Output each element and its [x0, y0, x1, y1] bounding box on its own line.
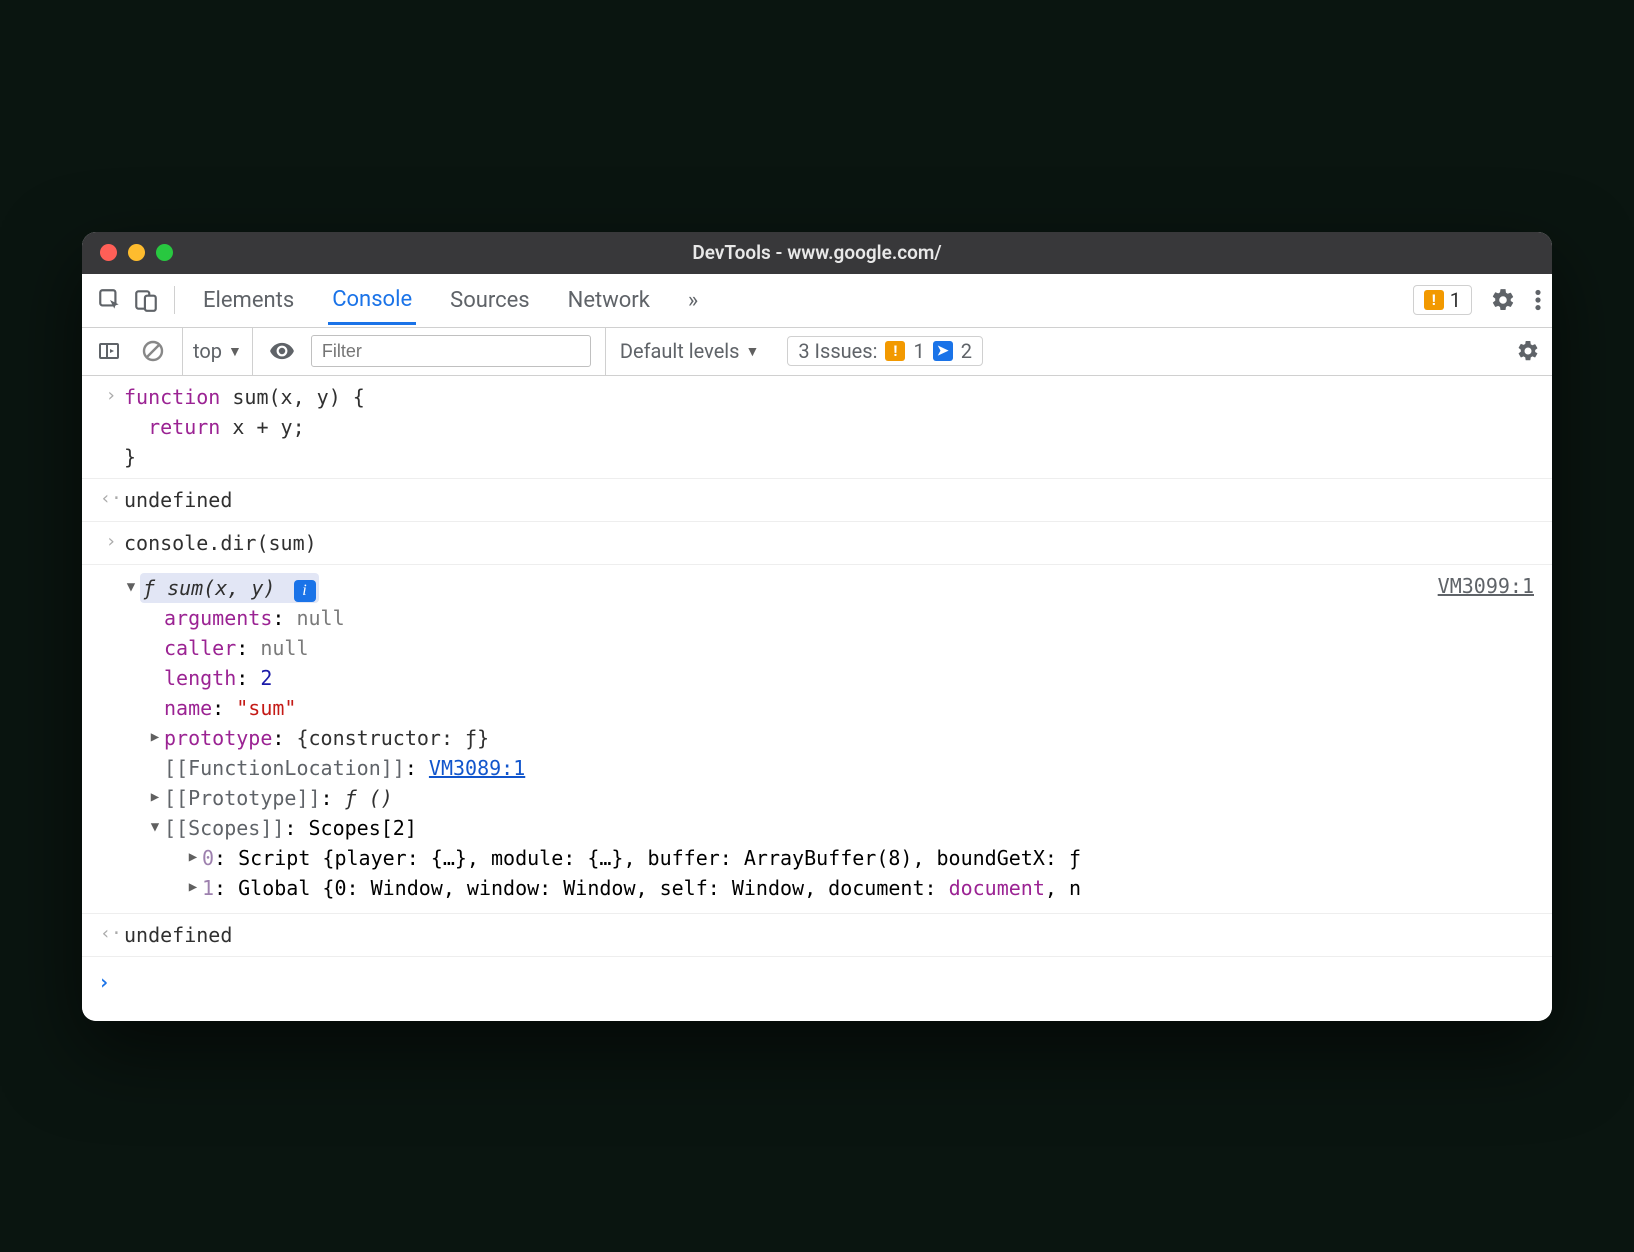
device-toolbar-icon[interactable]	[128, 282, 164, 318]
vm-location-link[interactable]: VM3089:1	[429, 756, 525, 780]
issues-button[interactable]: 3 Issues: ! 1 ➤ 2	[787, 336, 983, 366]
dropdown-icon: ▼	[228, 343, 242, 360]
console-code: function sum(x, y) { return x + y; }	[124, 382, 1536, 472]
info-badge-icon[interactable]: i	[294, 580, 316, 602]
tab-console[interactable]: Console	[328, 275, 416, 325]
dropdown-icon: ▼	[746, 343, 760, 360]
live-expression-icon[interactable]	[267, 336, 297, 366]
prompt-chevron-icon: ›	[98, 967, 124, 997]
more-options-icon[interactable]	[1534, 287, 1542, 313]
warning-icon: !	[1424, 290, 1444, 310]
issues-info-count: 2	[961, 339, 972, 363]
source-link[interactable]: VM3099:1	[1438, 571, 1534, 601]
result-text: undefined	[124, 485, 1536, 515]
prop-caller[interactable]: caller: null	[124, 633, 1536, 663]
console-result-row: ‹· undefined	[82, 914, 1552, 957]
context-selector[interactable]: top ▼	[182, 328, 253, 375]
tab-elements[interactable]: Elements	[199, 276, 298, 325]
function-glyph: ƒ	[143, 576, 155, 600]
expand-arrow-icon[interactable]	[148, 817, 162, 838]
separator	[174, 286, 175, 314]
function-signature: sum(x, y)	[155, 576, 275, 600]
input-chevron-icon: ›	[98, 382, 124, 409]
console-toolbar: top ▼ Default levels ▼ 3 Issues: ! 1 ➤ 2	[82, 328, 1552, 376]
input-chevron-icon: ›	[98, 528, 124, 555]
console-input-row[interactable]: › function sum(x, y) { return x + y; }	[82, 376, 1552, 479]
context-label: top	[193, 339, 222, 363]
dir-output-block: VM3099:1 ƒ sum(x, y) i arguments: null c…	[82, 565, 1552, 914]
close-window-button[interactable]	[100, 244, 117, 261]
inspect-element-icon[interactable]	[92, 282, 128, 318]
issues-label: 3 Issues:	[798, 339, 877, 363]
console-settings-icon[interactable]	[1516, 339, 1540, 363]
expand-arrow-icon[interactable]	[186, 877, 200, 898]
levels-label: Default levels	[620, 339, 740, 363]
issues-warn-count: 1	[913, 339, 924, 363]
log-levels-selector[interactable]: Default levels ▼	[605, 328, 774, 375]
expand-arrow-icon[interactable]	[186, 847, 200, 868]
toggle-sidebar-icon[interactable]	[94, 336, 124, 366]
prop-name[interactable]: name: "sum"	[124, 693, 1536, 723]
prop-function-location[interactable]: [[FunctionLocation]]: VM3089:1	[124, 753, 1536, 783]
dir-header-row[interactable]: ƒ sum(x, y) i	[124, 573, 1536, 603]
tab-network[interactable]: Network	[564, 276, 654, 325]
console-result-row: ‹· undefined	[82, 479, 1552, 522]
console-output: › function sum(x, y) { return x + y; } ‹…	[82, 376, 1552, 1021]
devtools-window: DevTools - www.google.com/ Elements Cons…	[82, 232, 1552, 1021]
prop-length[interactable]: length: 2	[124, 663, 1536, 693]
main-tabbar: Elements Console Sources Network » ! 1	[82, 274, 1552, 328]
minimize-window-button[interactable]	[128, 244, 145, 261]
titlebar: DevTools - www.google.com/	[82, 232, 1552, 274]
tab-sources[interactable]: Sources	[446, 276, 534, 325]
tabs-overflow-icon[interactable]: »	[684, 276, 702, 325]
expand-arrow-icon[interactable]	[124, 577, 138, 598]
scope-0-row[interactable]: 0: Script {player: {…}, module: {…}, buf…	[124, 843, 1536, 873]
expand-arrow-icon[interactable]	[148, 787, 162, 808]
result-text: undefined	[124, 920, 1536, 950]
scope-1-row[interactable]: 1: Global {0: Window, window: Window, se…	[124, 873, 1536, 903]
settings-icon[interactable]	[1490, 287, 1516, 313]
prop-arguments[interactable]: arguments: null	[124, 603, 1536, 633]
warning-count: 1	[1450, 288, 1461, 312]
info-icon: ➤	[933, 341, 953, 361]
window-title: DevTools - www.google.com/	[82, 241, 1552, 264]
warning-icon: !	[885, 341, 905, 361]
output-chevron-icon: ‹·	[98, 920, 124, 947]
traffic-lights	[100, 244, 173, 261]
console-input-row[interactable]: › console.dir(sum)	[82, 522, 1552, 565]
expand-arrow-icon[interactable]	[148, 727, 162, 748]
filter-input[interactable]	[311, 335, 591, 367]
zoom-window-button[interactable]	[156, 244, 173, 261]
panel-tabs: Elements Console Sources Network »	[199, 275, 1413, 325]
warnings-badge[interactable]: ! 1	[1413, 285, 1472, 315]
clear-console-icon[interactable]	[138, 336, 168, 366]
prop-scopes[interactable]: [[Scopes]]: Scopes[2]	[124, 813, 1536, 843]
prop-prototype[interactable]: prototype: {constructor: ƒ}	[124, 723, 1536, 753]
prop-prototype-internal[interactable]: [[Prototype]]: ƒ ()	[124, 783, 1536, 813]
console-prompt[interactable]: ›	[82, 957, 1552, 1021]
console-code: console.dir(sum)	[124, 528, 1536, 558]
output-chevron-icon: ‹·	[98, 485, 124, 512]
